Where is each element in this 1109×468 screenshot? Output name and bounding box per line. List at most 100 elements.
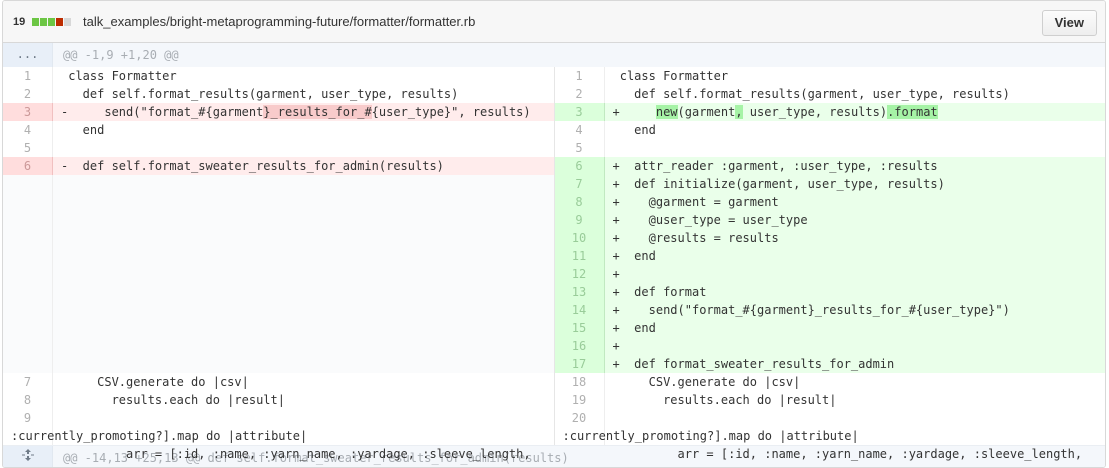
line-number[interactable]: 3 <box>554 103 605 121</box>
diff-line: 2 def self.format_results(garment, user_… <box>555 85 1106 103</box>
code-segment: {user_type}", results) <box>371 105 531 119</box>
line-number[interactable]: 19 <box>555 391 605 409</box>
code-text: + end <box>612 321 656 335</box>
empty-line <box>3 301 554 319</box>
code-text: + def format <box>612 285 707 299</box>
view-button[interactable]: View <box>1041 10 1097 36</box>
line-number[interactable]: 8 <box>554 193 605 211</box>
expand-up-button[interactable]: ... <box>3 43 53 67</box>
line-number[interactable]: 16 <box>554 337 605 355</box>
code-text: + @results = results <box>612 231 779 245</box>
code-text: end <box>612 123 656 137</box>
code-wrap: arr = [:id, :name, :yarn_name, :yardage,… <box>563 409 1105 461</box>
diff-right-side: 1 class Formatter 2 def self.format_resu… <box>553 67 1106 461</box>
diff-line-deleted: 3 - send("format_#{garment}_results_for_… <box>3 103 554 121</box>
line-number[interactable]: 7 <box>554 175 605 193</box>
diff-line: 2 def self.format_results(garment, user_… <box>3 85 554 103</box>
line-number-empty <box>3 247 53 265</box>
unfold-icon-graphic <box>21 449 34 461</box>
diff-line-wrapped: 9 arr = [:id, :name, :yarn_name, :yardag… <box>3 409 554 461</box>
diff-stat-blocks <box>32 18 71 26</box>
diff-line-added: 15 + end <box>554 319 1105 337</box>
line-number-empty <box>3 193 53 211</box>
code-text: + end <box>612 249 656 263</box>
empty-line <box>3 283 554 301</box>
diff-line: 8 results.each do |result| <box>3 391 554 409</box>
hunk-header-text: @@ -1,9 +1,20 @@ <box>63 48 179 62</box>
line-number[interactable]: 7 <box>3 373 53 391</box>
code-text: - send("format_#{garment}_results_for_#{… <box>53 103 531 121</box>
code-text: class Formatter <box>612 69 729 83</box>
line-number[interactable]: 2 <box>3 85 53 103</box>
file-header: 19 talk_examples/bright-metaprogramming-… <box>3 1 1105 43</box>
line-number[interactable]: 13 <box>554 283 605 301</box>
code-text: class Formatter <box>61 69 177 83</box>
line-number[interactable]: 14 <box>554 301 605 319</box>
diff-stat-block <box>32 18 39 26</box>
line-number[interactable]: 18 <box>555 373 605 391</box>
code-text: arr = [:id, :name, :yarn_name, :yardage,… <box>612 447 1083 461</box>
diff-left-side: 1 class Formatter 2 def self.format_resu… <box>3 67 554 461</box>
line-number-empty <box>3 229 53 247</box>
code-text: + @user_type = user_type <box>612 213 808 227</box>
diff-line-added: 14 + send("format_#{garment}_results_for… <box>554 301 1105 319</box>
line-number-empty <box>3 301 53 319</box>
line-number[interactable]: 9 <box>554 211 605 229</box>
code-text: + def format_sweater_results_for_admin <box>612 357 895 371</box>
empty-line <box>3 229 554 247</box>
line-number[interactable]: 15 <box>554 319 605 337</box>
code-text: def self.format_results(garment, user_ty… <box>612 87 1010 101</box>
line-number[interactable]: 10 <box>554 229 605 247</box>
added-highlight: .format <box>887 105 938 119</box>
empty-line <box>3 319 554 337</box>
code-text: CSV.generate do |csv| <box>612 375 801 389</box>
diff-line-added: 16 + <box>554 337 1105 355</box>
diff-line-added: 6 + attr_reader :garment, :user_type, :r… <box>554 157 1105 175</box>
line-number-empty <box>3 265 53 283</box>
diff-stat-block <box>64 18 71 26</box>
empty-line <box>3 337 554 355</box>
diff-line-added: 10 + @results = results <box>554 229 1105 247</box>
line-number-empty <box>3 337 53 355</box>
diff-line: 4 end <box>3 121 554 139</box>
deleted-highlight: }_results_for_# <box>263 105 372 119</box>
line-number[interactable]: 11 <box>554 247 605 265</box>
diff-line-added: 8 + @garment = garment <box>554 193 1105 211</box>
line-number[interactable]: 6 <box>3 157 53 175</box>
empty-line <box>3 265 554 283</box>
diff-line-added: 17 + def format_sweater_results_for_admi… <box>554 355 1105 373</box>
line-number[interactable]: 5 <box>3 139 53 157</box>
unfold-icon[interactable] <box>3 446 53 467</box>
line-number[interactable]: 8 <box>3 391 53 409</box>
code-segment: (garment <box>677 105 736 119</box>
line-number[interactable]: 4 <box>555 121 605 139</box>
diff-stat-block <box>48 18 55 26</box>
diff-line: 1 class Formatter <box>555 67 1106 85</box>
diff-line-added: 13 + def format <box>554 283 1105 301</box>
code-text: + <box>612 267 620 281</box>
diff-line-added: 12 + <box>554 265 1105 283</box>
diff-line: 5 <box>555 139 1106 157</box>
line-number-empty <box>3 283 53 301</box>
line-number[interactable]: 5 <box>555 139 605 157</box>
code-text: + attr_reader :garment, :user_type, :res… <box>612 159 938 173</box>
line-number[interactable]: 17 <box>554 355 605 373</box>
line-number[interactable]: 1 <box>3 67 53 85</box>
diff-stat-block <box>56 18 63 26</box>
code-text: results.each do |result| <box>61 393 285 407</box>
line-number[interactable]: 3 <box>3 103 53 121</box>
line-number[interactable]: 2 <box>555 85 605 103</box>
added-highlight: , <box>735 105 743 119</box>
line-number[interactable]: 1 <box>555 67 605 85</box>
code-text: + @garment = garment <box>612 195 779 209</box>
line-number[interactable]: 12 <box>554 265 605 283</box>
diff-body: ... @@ -1,9 +1,20 @@ 1 class Formatter 2… <box>3 43 1106 467</box>
line-number[interactable]: 4 <box>3 121 53 139</box>
line-number[interactable]: 6 <box>554 157 605 175</box>
code-text: end <box>61 123 105 137</box>
code-text: + def initialize(garment, user_type, res… <box>612 177 945 191</box>
line-number-empty <box>3 211 53 229</box>
file-path[interactable]: talk_examples/bright-metaprogramming-fut… <box>83 14 475 29</box>
